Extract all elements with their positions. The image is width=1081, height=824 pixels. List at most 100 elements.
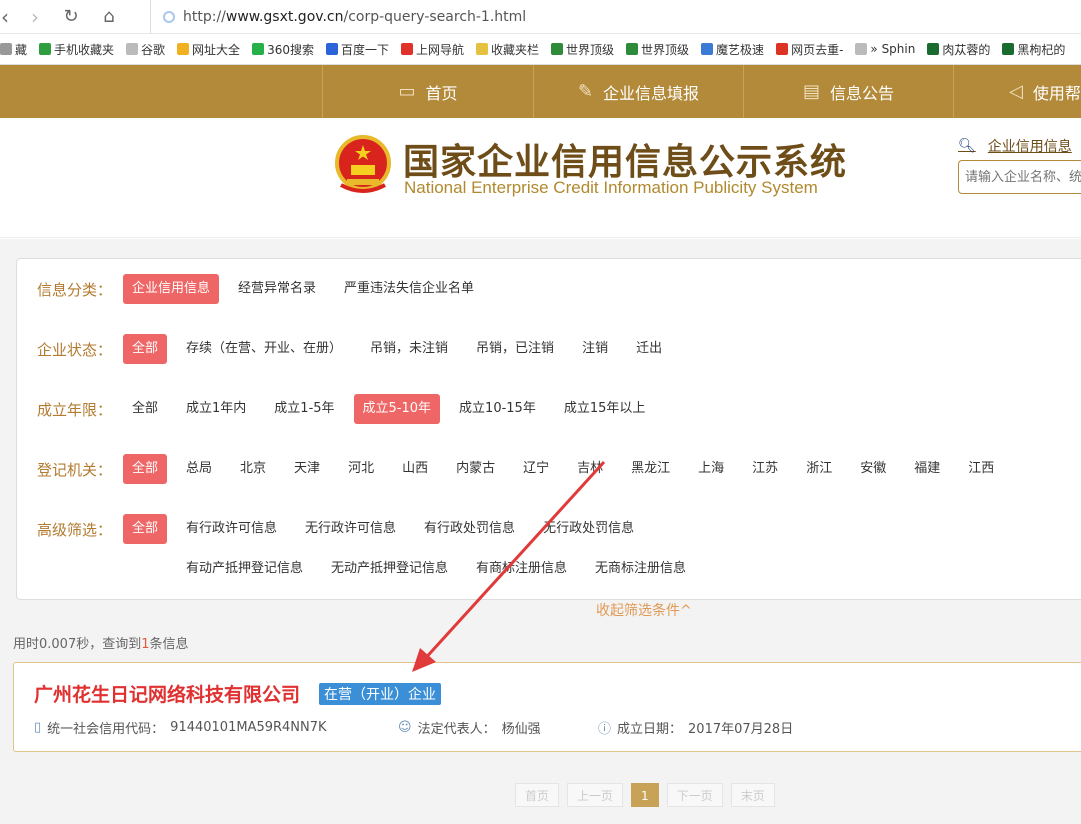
document-icon: ▤ [802, 81, 820, 102]
collapse-filters-link[interactable]: 收起筛选条件^ [596, 600, 692, 620]
filter-option[interactable]: 天津 [285, 454, 329, 484]
filter-option[interactable]: 福建 [905, 454, 949, 484]
filter-option[interactable]: 注销 [573, 334, 617, 364]
filter-row-advanced: 高级筛选： 全部 有行政许可信息 无行政许可信息 有行政处罚信息 无行政处罚信息 [37, 514, 653, 544]
query-stats: 用时0.007秒，查询到1条信息 [13, 637, 189, 652]
filter-option[interactable]: 企业信用信息 [123, 274, 220, 304]
bookmark-item[interactable]: » Sphin [855, 42, 915, 56]
bookmark-item[interactable]: 世界顶级 [551, 41, 614, 58]
nav-home[interactable]: ▭ 首页 [322, 65, 533, 118]
filter-option[interactable]: 内蒙古 [447, 454, 504, 484]
filter-row-category: 信息分类： 企业信用信息 经营异常名录 严重违法失信企业名单 [37, 274, 493, 304]
filter-option[interactable]: 成立1年内 [177, 394, 255, 424]
filter-row-advanced-2: 有动产抵押登记信息 无动产抵押登记信息 有商标注册信息 无商标注册信息 [177, 554, 705, 584]
bookmark-icon [701, 43, 714, 55]
filter-option[interactable]: 辽宁 [514, 454, 558, 484]
bookmark-icon [126, 43, 139, 55]
nav-info-fill[interactable]: ✎ 企业信息填报 [533, 65, 743, 118]
bookmark-item[interactable]: 手机收藏夹 [39, 41, 114, 58]
filter-option[interactable]: 有行政处罚信息 [415, 514, 524, 544]
pagination: 首页 上一页 1 下一页 末页 [515, 783, 783, 807]
filter-option[interactable]: 成立5-10年 [353, 394, 441, 424]
bookmark-item[interactable]: 360搜索 [252, 41, 314, 58]
result-card[interactable]: 广州花生日记网络科技有限公司 在营（开业）企业 ▯ 统一社会信用代码： 9144… [13, 662, 1081, 752]
url-field[interactable]: http://www.gsxt.gov.cn/corp-query-search… [150, 0, 526, 34]
legal-representative: ☺ 法定代表人： 杨仙强 [398, 720, 541, 737]
bookmark-icon [325, 43, 338, 55]
bookmark-icon [0, 43, 12, 55]
filter-option[interactable]: 成立15年以上 [555, 394, 655, 424]
bookmark-item[interactable]: 上网导航 [400, 41, 464, 58]
filter-option[interactable]: 有行政许可信息 [177, 514, 286, 544]
forward-icon[interactable]: › [22, 4, 48, 30]
result-count: 1 [141, 637, 150, 652]
filter-option[interactable]: 无动产抵押登记信息 [322, 554, 457, 584]
person-icon: ☺ [398, 720, 412, 735]
filter-row-status: 企业状态： 全部 存续（在营、开业、在册） 吊销，未注销 吊销，已注销 注销 迁出 [37, 334, 681, 364]
filter-label: 成立年限： [37, 400, 113, 419]
credit-code: ▯ 统一社会信用代码： 91440101MA59R4NN7K [34, 720, 327, 737]
refresh-icon[interactable]: ↻ [58, 4, 84, 30]
filter-option[interactable]: 无商标注册信息 [586, 554, 695, 584]
filter-option[interactable]: 全部 [123, 394, 167, 424]
search-type-link[interactable]: 🔍︎ 企业信用信息 [958, 136, 1072, 156]
filter-option[interactable]: 总局 [177, 454, 221, 484]
bookmark-item[interactable]: 网页去重- [776, 41, 843, 58]
filter-option[interactable]: 江西 [959, 454, 1003, 484]
filter-option[interactable]: 全部 [123, 334, 168, 364]
filter-option[interactable]: 江苏 [743, 454, 787, 484]
filter-option[interactable]: 存续（在营、开业、在册） [177, 334, 351, 364]
pen-icon: ✎ [577, 81, 594, 102]
filter-option[interactable]: 全部 [123, 454, 168, 484]
filter-option[interactable]: 吉林 [568, 454, 612, 484]
search-input[interactable] [958, 160, 1081, 194]
monitor-icon: ▭ [398, 81, 416, 102]
last-page-button[interactable]: 末页 [730, 783, 775, 807]
company-name[interactable]: 广州花生日记网络科技有限公司 [34, 680, 300, 707]
filter-option[interactable]: 成立10-15年 [450, 394, 545, 424]
bookmark-item[interactable]: 收藏夹栏 [476, 41, 539, 58]
globe-icon [163, 11, 175, 23]
filter-option[interactable]: 迁出 [627, 334, 671, 364]
filter-option[interactable]: 河北 [339, 454, 383, 484]
bookmark-icon [1002, 43, 1015, 55]
filter-option[interactable]: 安徽 [851, 454, 895, 484]
filter-option[interactable]: 山西 [393, 454, 437, 484]
filter-option[interactable]: 全部 [123, 514, 168, 544]
bookmark-item[interactable]: 肉苁蓉的 [927, 41, 990, 58]
bookmark-item[interactable]: 百度一下 [325, 41, 389, 58]
filter-option[interactable]: 经营异常名录 [229, 274, 325, 304]
filter-option[interactable]: 有动产抵押登记信息 [177, 554, 312, 584]
filter-label: 企业状态： [37, 340, 113, 359]
current-page-button[interactable]: 1 [631, 783, 659, 807]
filter-row-registry: 登记机关： 全部 总局 北京 天津 河北 山西 内蒙古 辽宁 吉林 黑龙江 上海 江苏 浙江 安徽 福建 江西 [37, 454, 1013, 484]
nav-help[interactable]: ◁ 使用帮 [953, 65, 1081, 118]
site-subtitle: National Enterprise Credit Information P… [404, 178, 818, 197]
bookmark-item[interactable]: 网址大全 [177, 41, 240, 58]
filter-option[interactable]: 无行政许可信息 [296, 514, 405, 544]
filter-option[interactable]: 成立1-5年 [265, 394, 343, 424]
home-icon[interactable]: ⌂ [96, 4, 122, 30]
bookmark-item[interactable]: 谷歌 [126, 41, 165, 58]
nav-announcement[interactable]: ▤ 信息公告 [743, 65, 953, 118]
bookmark-item[interactable]: 藏 [0, 41, 27, 58]
filter-option[interactable]: 北京 [231, 454, 275, 484]
filter-option[interactable]: 无行政处罚信息 [534, 514, 643, 544]
filter-option[interactable]: 浙江 [797, 454, 841, 484]
bookmark-icon [855, 43, 868, 55]
first-page-button[interactable]: 首页 [515, 783, 560, 807]
filter-option[interactable]: 吊销，未注销 [361, 334, 457, 364]
filter-option[interactable]: 吊销，已注销 [467, 334, 563, 364]
next-page-button[interactable]: 下一页 [666, 783, 723, 807]
bookmark-icon [400, 43, 413, 55]
prev-page-button[interactable]: 上一页 [567, 783, 624, 807]
filter-option[interactable]: 黑龙江 [622, 454, 679, 484]
bookmark-item[interactable]: 黑枸杞的 [1002, 41, 1065, 58]
filter-option[interactable]: 有商标注册信息 [467, 554, 576, 584]
url-prefix: http:// [183, 9, 226, 25]
bookmark-item[interactable]: 世界顶级 [626, 41, 689, 58]
bookmark-item[interactable]: 魔艺极速 [701, 41, 764, 58]
filter-option[interactable]: 严重违法失信企业名单 [335, 274, 483, 304]
filter-option[interactable]: 上海 [689, 454, 733, 484]
back-icon[interactable]: ‹ [0, 4, 18, 30]
